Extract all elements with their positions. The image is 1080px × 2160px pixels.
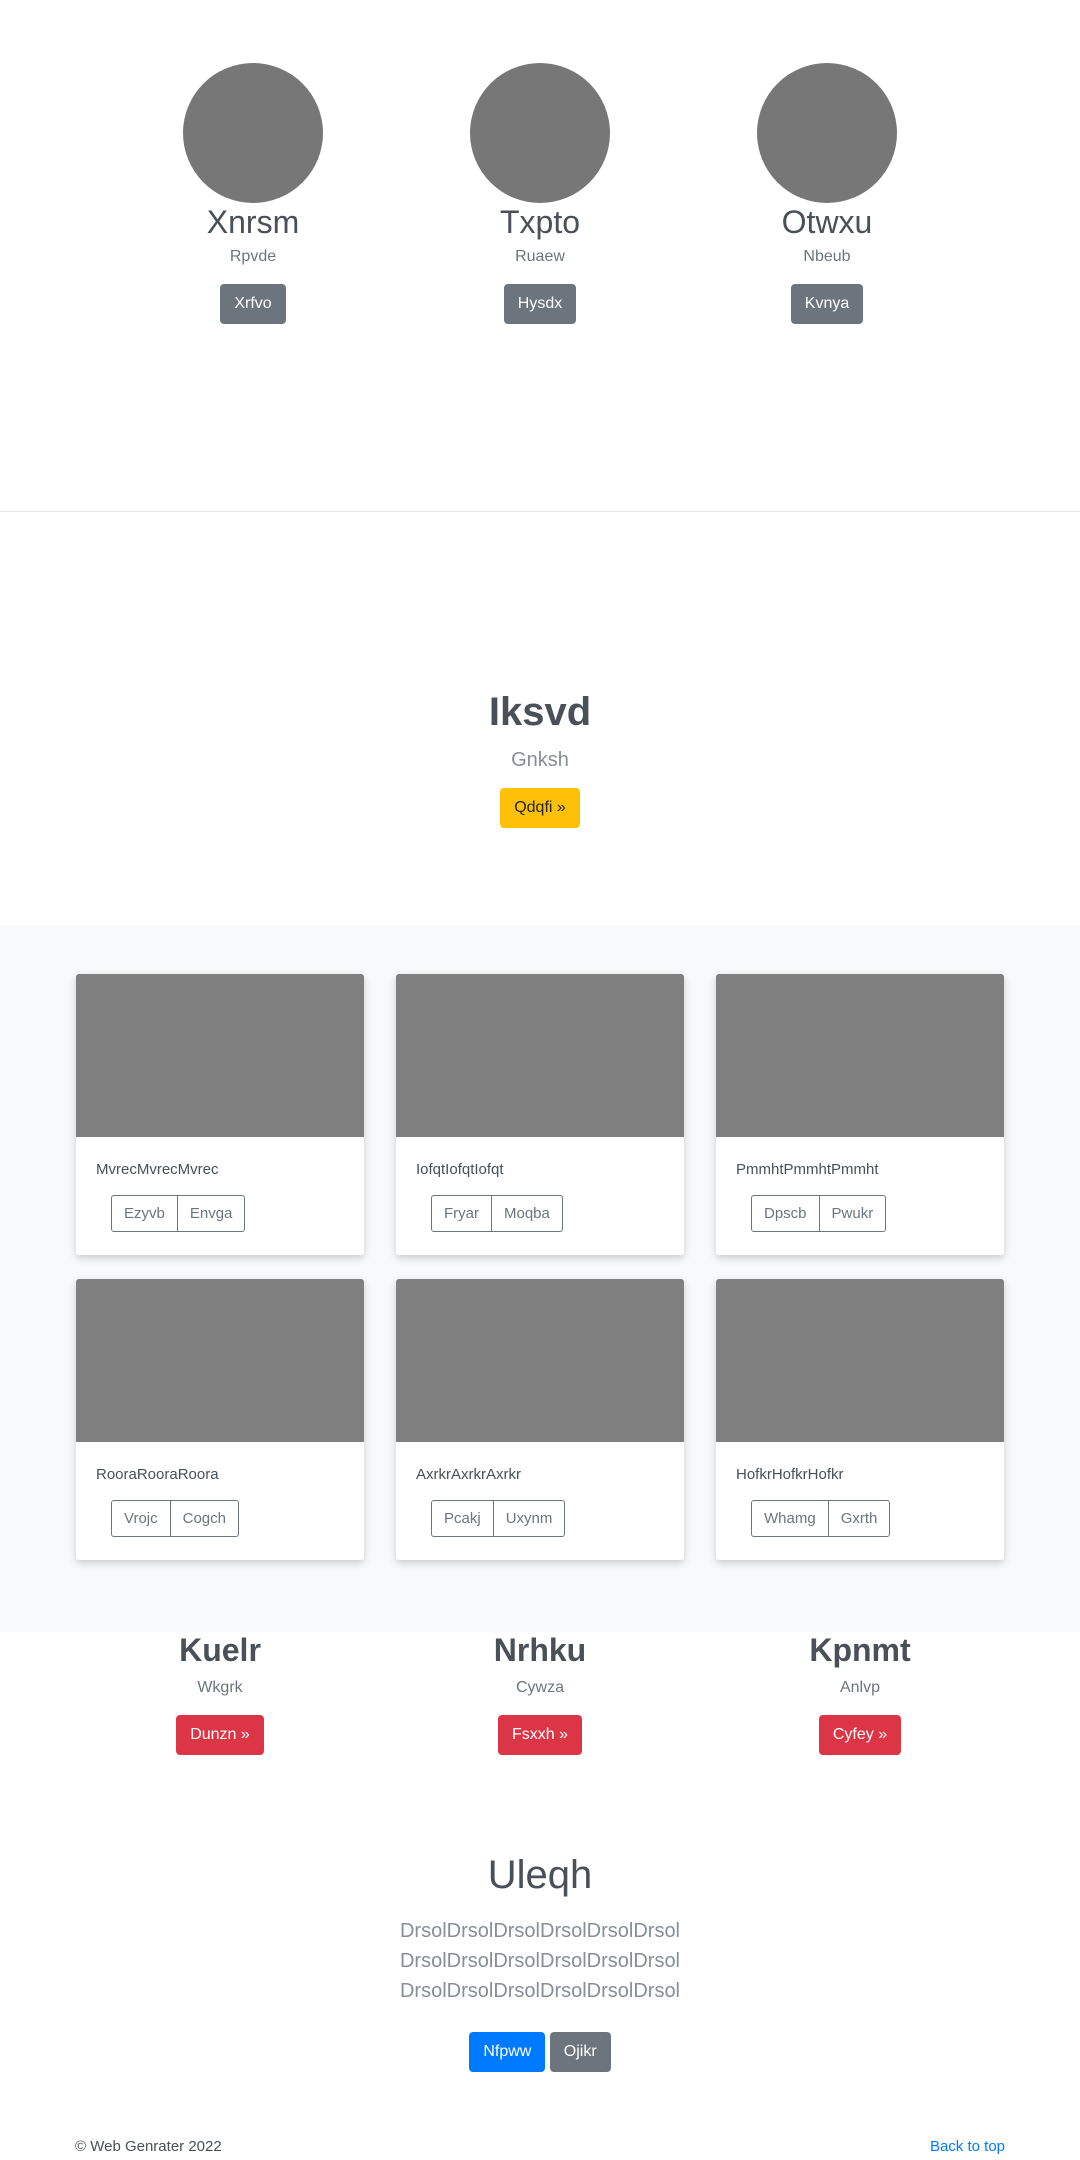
card: HofkrHofkrHofkr Whamg Gxrth xyxy=(716,1279,1004,1560)
back-to-top-link[interactable]: Back to top xyxy=(930,2138,1005,2155)
featurette-2: Txpto Ruaew Hysdx xyxy=(410,63,670,325)
card-text: PmmhtPmmhtPmmht xyxy=(736,1161,879,1178)
card-image-placeholder xyxy=(76,1279,364,1442)
section-divider xyxy=(0,511,1080,512)
card-button-view[interactable]: Dpscb xyxy=(751,1195,820,1232)
card-image-placeholder xyxy=(716,1279,1004,1442)
card-image-placeholder xyxy=(396,1279,684,1442)
card: RooraRooraRoora Vrojc Cogch xyxy=(76,1279,364,1560)
card-button-group: Dpscb Pwukr xyxy=(751,1195,887,1232)
footer-copyright: © Web Genrater 2022 xyxy=(75,2138,222,2155)
hero-buttons: Nfpww Ojikr xyxy=(0,2032,1080,2072)
card-button-group: Vrojc Cogch xyxy=(111,1500,239,1537)
column-heading: Kpnmt xyxy=(809,1632,911,1668)
featurette-name: Txpto xyxy=(499,204,581,240)
card-image-placeholder xyxy=(716,974,1004,1137)
card-button-edit[interactable]: Envga xyxy=(176,1195,246,1232)
column-heading: Kuelr xyxy=(179,1632,261,1668)
featurette-subtitle: Rpvde xyxy=(229,248,277,266)
column-2: Nrhku Cywza Fsxxh » xyxy=(390,1632,690,1755)
card-text: RooraRooraRoora xyxy=(96,1466,219,1483)
column-heading: Nrhku xyxy=(493,1632,587,1668)
featurette-button[interactable]: Hysdx xyxy=(503,284,577,325)
hero-primary-button[interactable]: Nfpww xyxy=(469,2032,546,2072)
featurette-subtitle: Nbeub xyxy=(803,248,851,266)
jumbotron-lead: Gnksh xyxy=(511,749,569,771)
featurette-button[interactable]: Xrfvo xyxy=(220,284,286,325)
featurette-3: Otwxu Nbeub Kvnya xyxy=(697,63,957,325)
featurette-subtitle: Ruaew xyxy=(515,248,565,266)
card-text: HofkrHofkrHofkr xyxy=(736,1466,844,1483)
card-image-placeholder xyxy=(76,974,364,1137)
avatar-placeholder xyxy=(470,63,610,203)
hero-lead: DrsolDrsolDrsolDrsolDrsolDrsol DrsolDrso… xyxy=(399,1920,681,2002)
card-button-view[interactable]: Pcakj xyxy=(431,1500,494,1537)
card: PmmhtPmmhtPmmht Dpscb Pwukr xyxy=(716,974,1004,1255)
footer: © Web Genrater 2022 Back to top xyxy=(75,2138,1005,2155)
column-text: Cywza xyxy=(515,1679,564,1696)
column-button[interactable]: Fsxxh » xyxy=(497,1715,582,1755)
column-3: Kpnmt Anlvp Cyfey » xyxy=(710,1632,1010,1755)
card-button-view[interactable]: Whamg xyxy=(751,1500,829,1537)
card-button-view[interactable]: Vrojc xyxy=(111,1500,171,1537)
card-button-edit[interactable]: Cogch xyxy=(169,1500,239,1537)
card-button-group: Pcakj Uxynm xyxy=(431,1500,566,1537)
card-button-view[interactable]: Ezyvb xyxy=(111,1195,178,1232)
hero-secondary-button[interactable]: Ojikr xyxy=(549,2032,611,2072)
card: IofqtIofqtIofqt Fryar Moqba xyxy=(396,974,684,1255)
avatar-placeholder xyxy=(183,63,323,203)
jumbotron-title: Iksvd xyxy=(488,690,592,734)
card-text: MvrecMvrecMvrec xyxy=(96,1161,219,1178)
card-button-edit[interactable]: Uxynm xyxy=(492,1500,566,1537)
featurette-name: Xnrsm xyxy=(206,204,300,240)
featurette-button[interactable]: Kvnya xyxy=(790,284,864,325)
column-text: Anlvp xyxy=(839,1679,881,1696)
card-text: IofqtIofqtIofqt xyxy=(416,1161,504,1178)
card: MvrecMvrecMvrec Ezyvb Envga xyxy=(76,974,364,1255)
hero-section: Uleqh DrsolDrsolDrsolDrsolDrsolDrsol Drs… xyxy=(0,1853,1080,2072)
card-button-edit[interactable]: Gxrth xyxy=(827,1500,891,1537)
card-button-view[interactable]: Fryar xyxy=(431,1195,492,1232)
card-button-group: Fryar Moqba xyxy=(431,1195,563,1232)
album-section: MvrecMvrecMvrec Ezyvb Envga IofqtIofqtIo… xyxy=(0,925,1080,1632)
column-button[interactable]: Dunzn » xyxy=(176,1715,264,1755)
featurette-1: Xnrsm Rpvde Xrfvo xyxy=(123,63,383,325)
card: AxrkrAxrkrAxrkr Pcakj Uxynm xyxy=(396,1279,684,1560)
card-button-edit[interactable]: Pwukr xyxy=(818,1195,887,1232)
card-image-placeholder xyxy=(396,974,684,1137)
jumbotron: Iksvd Gnksh Qdqfi » xyxy=(0,690,1080,828)
card-text: AxrkrAxrkrAxrkr xyxy=(416,1466,521,1483)
jumbotron-button[interactable]: Qdqfi » xyxy=(500,788,580,828)
hero-title: Uleqh xyxy=(487,1853,593,1897)
column-text: Wkgrk xyxy=(197,1679,243,1696)
avatar-placeholder xyxy=(757,63,897,203)
card-button-edit[interactable]: Moqba xyxy=(491,1195,563,1232)
featurette-name: Otwxu xyxy=(781,204,873,240)
column-1: Kuelr Wkgrk Dunzn » xyxy=(70,1632,370,1755)
card-button-group: Ezyvb Envga xyxy=(111,1195,246,1232)
column-button[interactable]: Cyfey » xyxy=(818,1715,902,1755)
card-button-group: Whamg Gxrth xyxy=(751,1500,891,1537)
